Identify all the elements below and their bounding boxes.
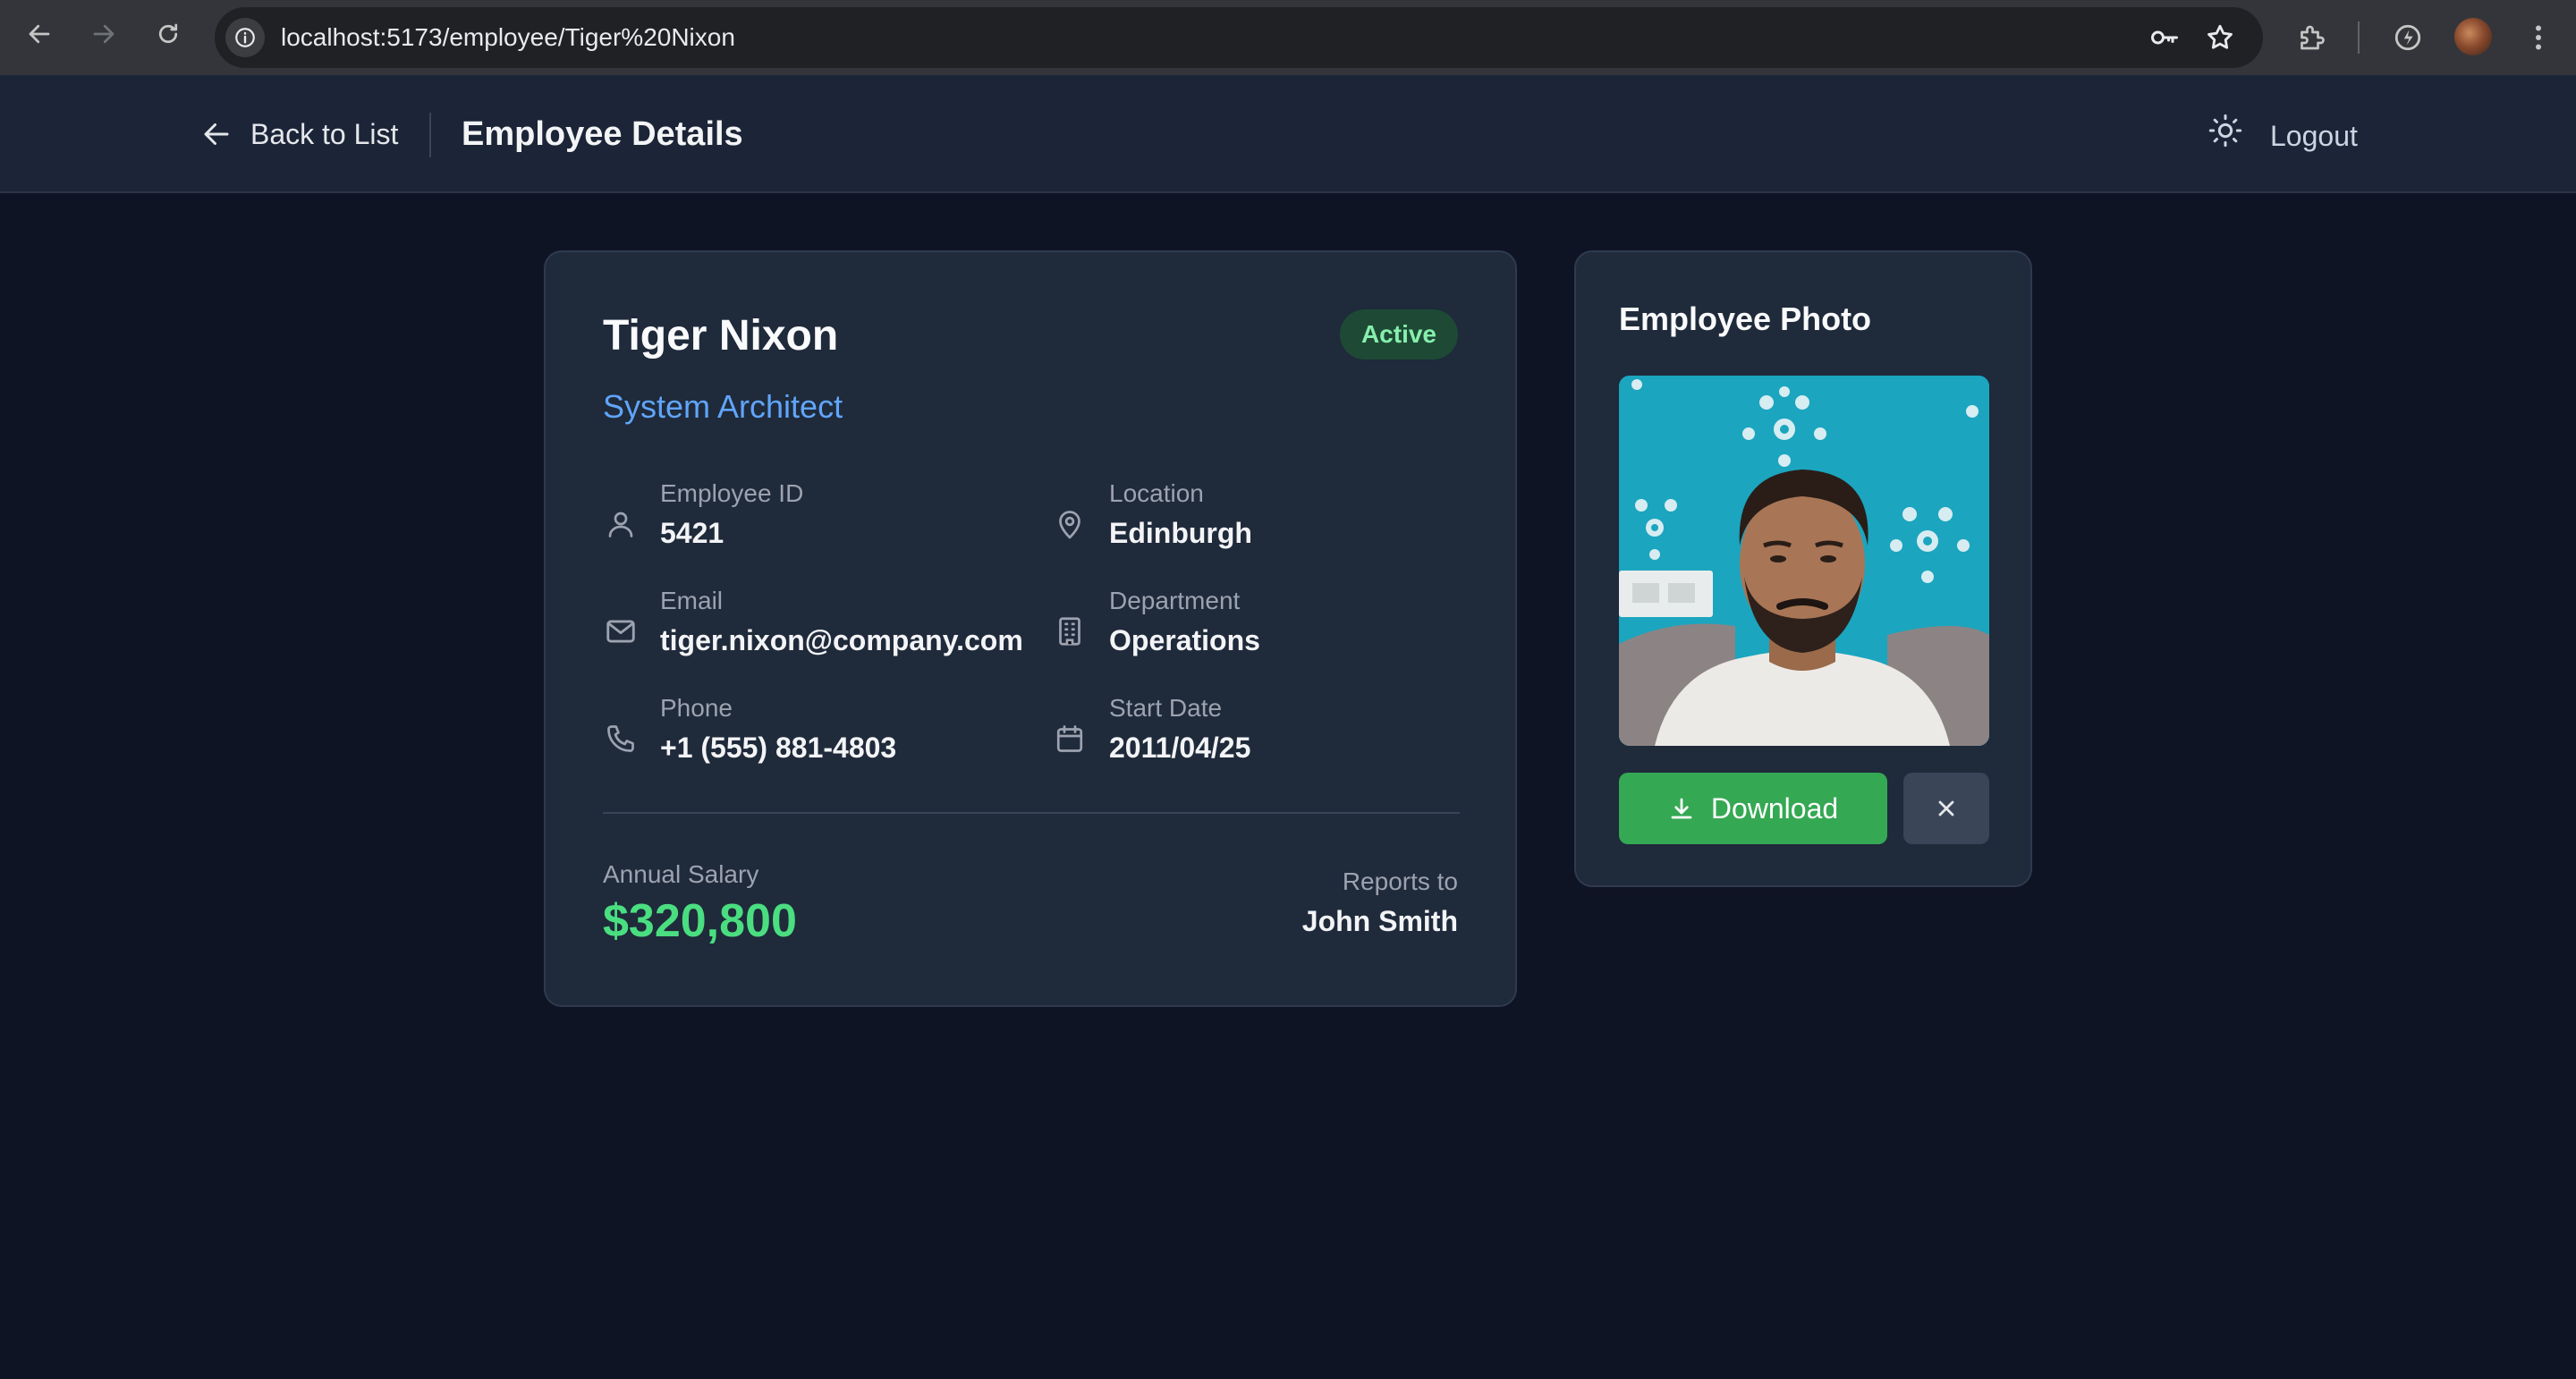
header-divider bbox=[429, 113, 431, 157]
puzzle-icon bbox=[2301, 25, 2325, 50]
back-to-list-button[interactable]: Back to List bbox=[200, 111, 398, 157]
field-label: Department bbox=[1109, 587, 1241, 614]
app-header: Back to List Employee Details Logout bbox=[0, 75, 2576, 193]
field-label: Location bbox=[1109, 479, 1204, 507]
field-value: +1 (555) 881-4803 bbox=[660, 732, 897, 764]
phone-icon bbox=[603, 721, 639, 757]
download-label: Download bbox=[1710, 791, 1839, 825]
browser-back-button[interactable] bbox=[18, 13, 61, 55]
key-icon bbox=[2151, 30, 2178, 45]
performance-button[interactable] bbox=[2390, 16, 2426, 59]
employee-photo bbox=[1619, 376, 1989, 746]
close-photo-button[interactable] bbox=[1903, 773, 1989, 844]
salary-label: Annual Salary bbox=[603, 860, 759, 888]
employee-details-card: Tiger Nixon System Architect Active Empl… bbox=[544, 250, 1517, 1007]
arrow-left-icon bbox=[204, 123, 229, 145]
field-label: Employee ID bbox=[660, 479, 804, 507]
info-icon bbox=[235, 28, 255, 47]
browser-forward-button[interactable] bbox=[82, 13, 125, 55]
status-badge: Active bbox=[1339, 309, 1458, 360]
download-photo-button[interactable]: Download bbox=[1619, 773, 1887, 844]
field-value: Edinburgh bbox=[1109, 517, 1252, 549]
star-icon bbox=[2207, 24, 2233, 49]
toolbar-separator bbox=[2358, 21, 2360, 54]
back-to-list-label: Back to List bbox=[250, 117, 399, 150]
page-title: Employee Details bbox=[462, 115, 743, 153]
field-value: tiger.nixon@company.com bbox=[660, 624, 1023, 656]
field-email: Email tiger.nixon@company.com bbox=[603, 587, 1050, 676]
user-icon bbox=[603, 506, 639, 542]
field-value: Operations bbox=[1109, 624, 1260, 656]
map-pin-icon bbox=[1052, 506, 1088, 542]
arrow-right-icon bbox=[93, 24, 114, 44]
field-employee-id: Employee ID 5421 bbox=[603, 479, 1050, 569]
field-value: 5421 bbox=[660, 517, 724, 549]
building-icon bbox=[1052, 613, 1088, 649]
field-value: 2011/04/25 bbox=[1109, 732, 1251, 764]
calendar-icon bbox=[1052, 721, 1088, 757]
address-bar[interactable]: localhost:5173/employee/Tiger%20Nixon bbox=[215, 7, 2263, 68]
profile-avatar[interactable] bbox=[2454, 18, 2492, 55]
extensions-button[interactable] bbox=[2293, 16, 2329, 59]
field-label: Start Date bbox=[1109, 694, 1223, 722]
field-label: Email bbox=[660, 587, 724, 614]
field-label: Phone bbox=[660, 694, 733, 722]
reload-icon bbox=[158, 23, 178, 44]
field-department: Department Operations bbox=[1052, 587, 1499, 676]
more-vertical-icon bbox=[2536, 25, 2541, 50]
bookmark-star-button[interactable] bbox=[2202, 20, 2238, 55]
arrow-left-icon bbox=[29, 24, 50, 44]
employee-name: Tiger Nixon bbox=[603, 312, 839, 360]
browser-menu-button[interactable] bbox=[2521, 16, 2556, 59]
theme-toggle-button[interactable] bbox=[2206, 111, 2245, 150]
close-icon bbox=[1938, 800, 1954, 816]
url-text[interactable]: localhost:5173/employee/Tiger%20Nixon bbox=[281, 7, 735, 68]
mail-icon bbox=[603, 613, 639, 649]
password-key-button[interactable] bbox=[2147, 20, 2182, 55]
card-divider bbox=[603, 812, 1460, 814]
employee-job-title: System Architect bbox=[603, 388, 843, 425]
photo-card-title: Employee Photo bbox=[1619, 300, 1872, 337]
reports-to-label: Reports to bbox=[1342, 867, 1458, 895]
lightning-icon bbox=[2394, 24, 2421, 51]
salary-value: $320,800 bbox=[603, 895, 797, 947]
field-phone: Phone +1 (555) 881-4803 bbox=[603, 694, 1050, 783]
field-location: Location Edinburgh bbox=[1052, 479, 1499, 569]
reports-to-value: John Smith bbox=[1301, 905, 1458, 937]
employee-photo-card: Employee Photo Download bbox=[1574, 250, 2032, 887]
site-info-button[interactable] bbox=[225, 18, 265, 57]
logout-button[interactable]: Logout bbox=[2270, 111, 2358, 161]
browser-reload-button[interactable] bbox=[147, 13, 190, 55]
field-start-date: Start Date 2011/04/25 bbox=[1052, 694, 1499, 783]
download-icon bbox=[1671, 798, 1692, 819]
sun-icon bbox=[2208, 114, 2242, 148]
browser-toolbar: localhost:5173/employee/Tiger%20Nixon bbox=[0, 0, 2576, 75]
